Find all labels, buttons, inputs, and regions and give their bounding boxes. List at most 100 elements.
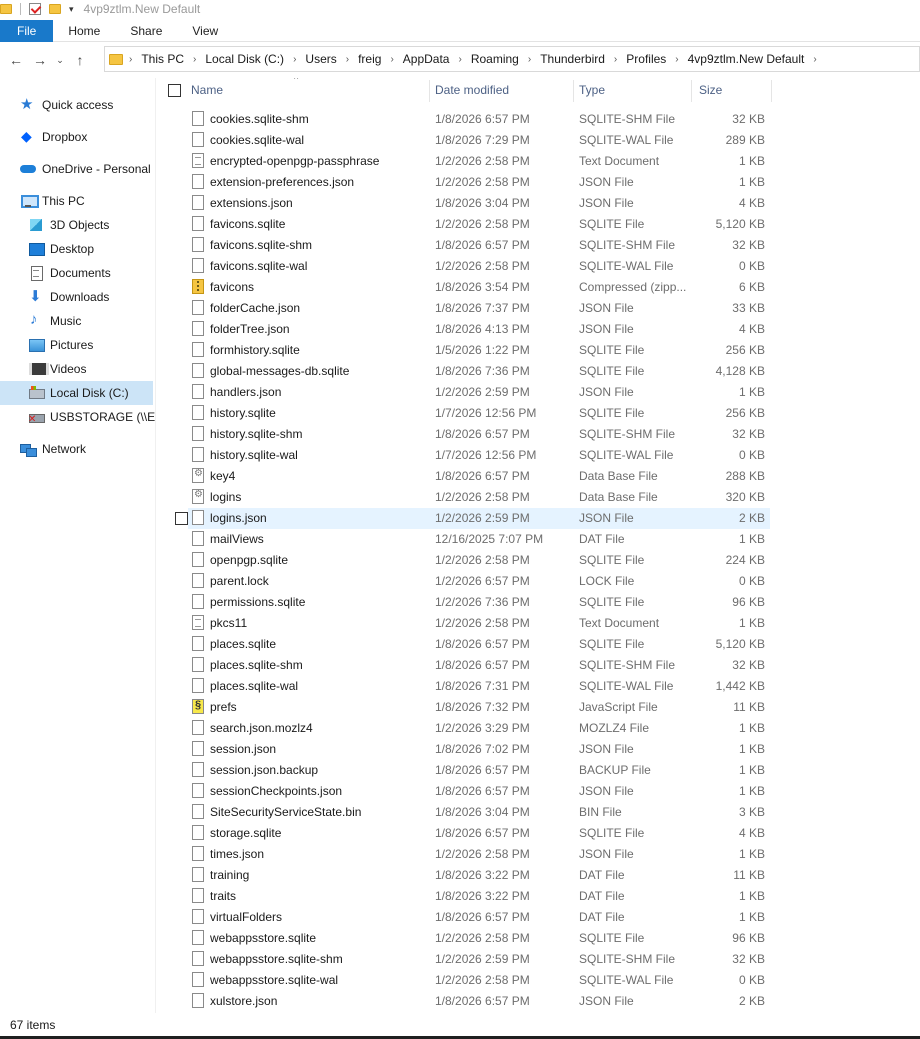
- new-folder-icon[interactable]: [49, 4, 61, 14]
- table-row[interactable]: favicons.sqlite 1/2/2026 2:58 PM SQLITE Fi…: [188, 214, 770, 235]
- table-row[interactable]: history.sqlite 1/7/2026 12:56 PM SQLITE Fi…: [188, 403, 770, 424]
- table-row[interactable]: logins 1/2/2026 2:58 PM Data Base File 320 …: [188, 487, 770, 508]
- table-row[interactable]: sessionCheckpoints.json 1/8/2026 6:57 PM J…: [188, 781, 770, 802]
- sidebar-item-desktop[interactable]: Desktop: [0, 237, 155, 261]
- table-row[interactable]: extension-preferences.json 1/2/2026 2:58 …: [188, 172, 770, 193]
- file-date-modified: 1/8/2026 7:31 PM: [435, 679, 530, 693]
- table-row[interactable]: webappsstore.sqlite 1/2/2026 2:58 PM SQLIT…: [188, 928, 770, 949]
- table-row[interactable]: prefs 1/8/2026 7:32 PM JavaScript File 11 K…: [188, 697, 770, 718]
- chevron-right-icon[interactable]: ›: [129, 54, 132, 65]
- table-row[interactable]: webappsstore.sqlite-shm 1/2/2026 2:59 PM S…: [188, 949, 770, 970]
- table-row[interactable]: folderTree.json 1/8/2026 4:13 PM JSON File…: [188, 319, 770, 340]
- breadcrumb-roaming[interactable]: Roaming: [471, 52, 519, 66]
- column-date-modified[interactable]: Date modified: [430, 78, 574, 103]
- sidebar-item-videos[interactable]: Videos: [0, 357, 155, 381]
- sidebar-item-this-pc[interactable]: This PC: [0, 189, 155, 213]
- forward-arrow-icon[interactable]: →: [28, 52, 52, 68]
- sidebar-item-usbstorage[interactable]: USBSTORAGE (\\EPS: [0, 405, 155, 429]
- chevron-right-icon[interactable]: ›: [293, 54, 296, 65]
- breadcrumb-users[interactable]: Users: [305, 52, 336, 66]
- table-row[interactable]: cookies.sqlite-shm 1/8/2026 6:57 PM SQLITE…: [188, 109, 770, 130]
- breadcrumb-freig[interactable]: freig: [358, 52, 381, 66]
- table-row[interactable]: pkcs11 1/2/2026 2:58 PM Text Document 1 KB: [188, 613, 770, 634]
- table-row[interactable]: openpgp.sqlite 1/2/2026 2:58 PM SQLITE Fil…: [188, 550, 770, 571]
- select-all-checkbox[interactable]: [168, 84, 181, 97]
- tab-share[interactable]: Share: [115, 20, 177, 42]
- chevron-down-icon[interactable]: ▾: [69, 4, 74, 15]
- back-arrow-icon[interactable]: ←: [4, 52, 28, 68]
- chevron-right-icon[interactable]: ›: [458, 54, 461, 65]
- table-row[interactable]: mailViews 12/16/2025 7:07 PM DAT File 1 KB: [188, 529, 770, 550]
- table-row[interactable]: global-messages-db.sqlite 1/8/2026 7:36 P…: [188, 361, 770, 382]
- table-row[interactable]: history.sqlite-shm 1/8/2026 6:57 PM SQLITE…: [188, 424, 770, 445]
- chevron-right-icon[interactable]: ›: [528, 54, 531, 65]
- column-type[interactable]: Type: [574, 78, 691, 103]
- table-row[interactable]: storage.sqlite 1/8/2026 6:57 PM SQLITE Fil…: [188, 823, 770, 844]
- breadcrumb-this-pc[interactable]: This PC: [141, 52, 184, 66]
- table-row[interactable]: session.json.backup 1/8/2026 6:57 PM BACKU…: [188, 760, 770, 781]
- table-row[interactable]: traits 1/8/2026 3:22 PM DAT File 1 KB: [188, 886, 770, 907]
- column-name[interactable]: Name: [186, 78, 429, 103]
- breadcrumb-profiles[interactable]: Profiles: [626, 52, 666, 66]
- chevron-right-icon[interactable]: ›: [675, 54, 678, 65]
- table-row[interactable]: history.sqlite-wal 1/7/2026 12:56 PM SQLIT…: [188, 445, 770, 466]
- sidebar-item-3d-objects[interactable]: 3D Objects: [0, 213, 155, 237]
- breadcrumb-appdata[interactable]: AppData: [403, 52, 450, 66]
- table-row[interactable]: search.json.mozlz4 1/2/2026 3:29 PM MOZLZ4…: [188, 718, 770, 739]
- table-row[interactable]: xulstore.json 1/8/2026 6:57 PM JSON File 2 …: [188, 991, 770, 1012]
- tab-file[interactable]: File: [0, 20, 54, 42]
- table-row[interactable]: virtualFolders 1/8/2026 6:57 PM DAT File 1 …: [188, 907, 770, 928]
- properties-icon[interactable]: [29, 3, 41, 15]
- table-row[interactable]: handlers.json 1/2/2026 2:59 PM JSON File 1 …: [188, 382, 770, 403]
- sidebar-item-local-disk[interactable]: Local Disk (C:): [0, 381, 153, 405]
- table-row[interactable]: session.json 1/8/2026 7:02 PM JSON File 1 K…: [188, 739, 770, 760]
- chevron-right-icon[interactable]: ›: [813, 54, 816, 65]
- sidebar-item-pictures[interactable]: Pictures: [0, 333, 155, 357]
- sidebar-item-dropbox[interactable]: Dropbox: [0, 125, 155, 149]
- breadcrumb-thunderbird[interactable]: Thunderbird: [540, 52, 605, 66]
- table-row[interactable]: training 1/8/2026 3:22 PM DAT File 11 KB: [188, 865, 770, 886]
- address-bar[interactable]: › This PC › Local Disk (C:) › Users › fr…: [104, 46, 920, 72]
- sidebar-item-documents[interactable]: Documents: [0, 261, 155, 285]
- table-row[interactable]: places.sqlite 1/8/2026 6:57 PM SQLITE File…: [188, 634, 770, 655]
- table-row[interactable]: permissions.sqlite 1/2/2026 7:36 PM SQLITE…: [188, 592, 770, 613]
- chevron-right-icon[interactable]: ›: [614, 54, 617, 65]
- chevron-right-icon[interactable]: ›: [193, 54, 196, 65]
- table-row[interactable]: favicons.sqlite-shm 1/8/2026 6:57 PM SQLIT…: [188, 235, 770, 256]
- table-row[interactable]: encrypted-openpgp-passphrase 1/2/2026 2:5…: [188, 151, 770, 172]
- chevron-right-icon[interactable]: ›: [390, 54, 393, 65]
- up-arrow-icon[interactable]: ↑: [68, 52, 92, 68]
- table-row[interactable]: folderCache.json 1/8/2026 7:37 PM JSON Fil…: [188, 298, 770, 319]
- table-row[interactable]: times.json 1/2/2026 2:58 PM JSON File 1 KB: [188, 844, 770, 865]
- tab-view[interactable]: View: [177, 20, 233, 42]
- table-row[interactable]: parent.lock 1/2/2026 6:57 PM LOCK File 0 KB: [188, 571, 770, 592]
- sidebar-item-network[interactable]: Network: [0, 437, 155, 461]
- table-row[interactable]: favicons.sqlite-wal 1/2/2026 2:58 PM SQLIT…: [188, 256, 770, 277]
- file-type: DAT File: [579, 910, 625, 924]
- column-divider[interactable]: [771, 80, 772, 102]
- table-row[interactable]: favicons 1/8/2026 3:54 PM Compressed (zipp…: [188, 277, 770, 298]
- chevron-right-icon[interactable]: ›: [346, 54, 349, 65]
- column-divider[interactable]: [691, 80, 692, 102]
- breadcrumb-local-disk[interactable]: Local Disk (C:): [205, 52, 284, 66]
- table-row[interactable]: extensions.json 1/8/2026 3:04 PM JSON File…: [188, 193, 770, 214]
- chevron-down-icon[interactable]: ⌄: [52, 55, 68, 66]
- table-row[interactable]: formhistory.sqlite 1/5/2026 1:22 PM SQLITE…: [188, 340, 770, 361]
- sidebar-item-music[interactable]: Music: [0, 309, 155, 333]
- sidebar-item-onedrive[interactable]: OneDrive - Personal: [0, 157, 155, 181]
- table-row[interactable]: key4 1/8/2026 6:57 PM Data Base File 288 KB: [188, 466, 770, 487]
- file-name: favicons.sqlite-wal: [210, 259, 308, 273]
- table-row[interactable]: cookies.sqlite-wal 1/8/2026 7:29 PM SQLITE…: [188, 130, 770, 151]
- table-row[interactable]: places.sqlite-wal 1/8/2026 7:31 PM SQLITE-…: [188, 676, 770, 697]
- sidebar-item-downloads[interactable]: Downloads: [0, 285, 155, 309]
- table-row[interactable]: webappsstore.sqlite-wal 1/2/2026 2:58 PM S…: [188, 970, 770, 991]
- table-row[interactable]: logins.json 1/2/2026 2:59 PM JSON File 2 KB: [175, 508, 770, 529]
- pane-divider[interactable]: [155, 78, 156, 1013]
- breadcrumb-current-folder[interactable]: 4vp9ztlm.New Default: [688, 52, 805, 66]
- tab-home[interactable]: Home: [53, 20, 115, 42]
- table-row[interactable]: places.sqlite-shm 1/8/2026 6:57 PM SQLITE-…: [188, 655, 770, 676]
- table-row[interactable]: SiteSecurityServiceState.bin 1/8/2026 3:0…: [188, 802, 770, 823]
- sidebar-item-quick-access[interactable]: Quick access: [0, 93, 155, 117]
- column-size[interactable]: Size: [694, 78, 772, 103]
- row-checkbox[interactable]: [175, 512, 188, 525]
